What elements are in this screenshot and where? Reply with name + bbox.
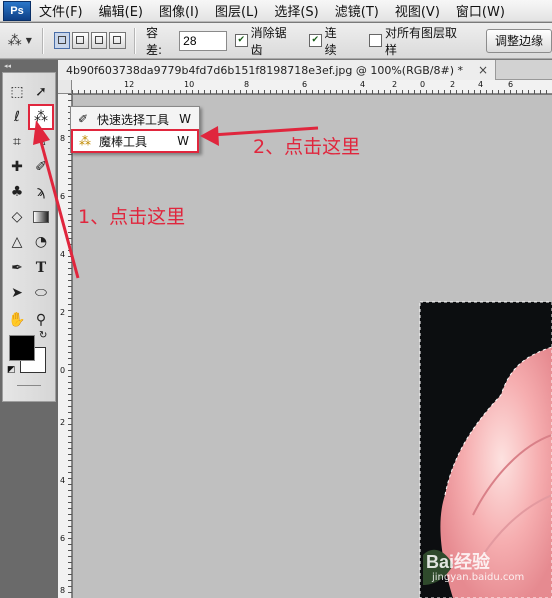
history-brush-icon[interactable]: ϡ	[30, 181, 52, 203]
gradient-tool-icon[interactable]	[30, 206, 52, 228]
menu-edit[interactable]: 编辑(E)	[99, 1, 143, 20]
type-tool-icon[interactable]: T	[30, 257, 52, 279]
menu-window[interactable]: 窗口(W)	[456, 1, 505, 20]
ruler-top-label: 2	[450, 80, 456, 89]
baidu-watermark-url: jingyan.baidu.com	[432, 572, 525, 583]
tolerance-input[interactable]	[179, 30, 228, 51]
tolerance-label: 容差:	[145, 25, 162, 57]
document-tab[interactable]: 4b90f603738da9779b4fd7d6b151f8198718e3ef…	[58, 60, 496, 80]
ruler-left-label: 0	[60, 366, 66, 375]
tools-panel: ⬚ ➚ ℓ ⁂ ⌗ ✎ ✚ ✐ ♣ ϡ ◇ △ ◔ ✒ T ➤ ⬭ ✋ ⚲ ↻ …	[2, 72, 56, 402]
document-tab-bar: 4b90f603738da9779b4fd7d6b151f8198718e3ef…	[58, 60, 552, 80]
flyout-item-shortcut: W	[179, 112, 191, 126]
move-tool-icon[interactable]: ➚	[30, 81, 52, 103]
ruler-top-label: 8	[244, 80, 250, 89]
lasso-tool-icon[interactable]: ℓ	[6, 106, 28, 128]
brush-tool-icon[interactable]: ✐	[30, 156, 52, 178]
chevron-down-icon[interactable]: ▼	[26, 36, 32, 45]
annotation-step2: 2、点击这里	[253, 136, 361, 158]
ruler-left: 8 6 4 2 0 2 4 6 8	[58, 94, 72, 598]
ruler-left-label: 4	[60, 250, 66, 259]
clone-stamp-icon[interactable]: ♣	[6, 181, 28, 203]
ruler-top: 12 10 8 6 4 2 0 2 4 6	[58, 80, 552, 94]
ruler-top-label: 10	[184, 80, 195, 89]
ruler-corner	[58, 80, 72, 94]
add-selection-button[interactable]	[72, 32, 89, 49]
ruler-top-label: 6	[302, 80, 308, 89]
annotation-step1: 1、点击这里	[78, 206, 186, 228]
ruler-top-label: 0	[420, 80, 426, 89]
swap-colors-icon[interactable]: ↻	[39, 330, 47, 341]
divider	[41, 27, 44, 54]
flyout-item-magic-wand[interactable]: ⁂ 魔棒工具 W	[71, 129, 199, 153]
divider	[133, 27, 136, 54]
intersect-selection-button[interactable]	[109, 32, 126, 49]
menu-select[interactable]: 选择(S)	[274, 1, 318, 20]
sample-all-layers-label: 对所有图层取样	[384, 25, 457, 57]
ruler-left-label: 6	[60, 192, 66, 201]
tool-flyout-menu: ✐ 快速选择工具 W ⁂ 魔棒工具 W	[70, 106, 200, 153]
crop-tool-icon[interactable]: ⌗	[6, 131, 28, 153]
ruler-left-label: 8	[60, 586, 66, 595]
menu-file[interactable]: 文件(F)	[39, 1, 83, 20]
hand-tool-icon[interactable]: ✋	[6, 309, 28, 331]
flyout-item-quick-selection[interactable]: ✐ 快速选择工具 W	[71, 109, 199, 129]
new-selection-button[interactable]	[53, 32, 71, 49]
ruler-left-label: 8	[60, 134, 66, 143]
ruler-top-label: 4	[360, 80, 366, 89]
ruler-left-label: 4	[60, 476, 66, 485]
ruler-top-label: 4	[478, 80, 484, 89]
ruler-left-label: 2	[60, 418, 66, 427]
pen-tool-icon[interactable]: ✒	[6, 257, 28, 279]
menu-view[interactable]: 视图(V)	[395, 1, 440, 20]
shape-tool-icon[interactable]: ⬭	[30, 282, 52, 304]
path-selection-icon[interactable]: ➤	[6, 282, 28, 304]
document-tab-title: 4b90f603738da9779b4fd7d6b151f8198718e3ef…	[66, 63, 463, 77]
photoshop-logo: Ps	[3, 0, 31, 21]
blur-tool-icon[interactable]: △	[6, 231, 28, 253]
contiguous-label: 连续	[324, 25, 337, 57]
menu-filter[interactable]: 滤镜(T)	[335, 1, 379, 20]
eyedropper-tool-icon[interactable]: ✎	[30, 131, 52, 153]
quick-mask-divider	[17, 385, 41, 386]
contiguous-checkbox[interactable]: ✔	[308, 34, 322, 47]
antialias-label: 消除锯齿	[250, 25, 287, 57]
menu-bar: Ps 文件(F) 编辑(E) 图像(I) 图层(L) 选择(S) 滤镜(T) 视…	[0, 0, 552, 22]
magic-wand-icon: ⁂	[79, 134, 91, 148]
magic-wand-tool-icon[interactable]: ⁂	[28, 104, 54, 130]
flyout-item-label: 魔棒工具	[99, 134, 148, 149]
subtract-selection-button[interactable]	[90, 32, 108, 49]
dodge-tool-icon[interactable]: ◔	[30, 231, 52, 253]
flyout-item-shortcut: W	[177, 134, 189, 148]
rose-photo[interactable]	[73, 95, 552, 598]
quick-selection-icon: ✐	[77, 112, 89, 126]
ruler-left-label: 2	[60, 308, 66, 317]
sample-all-layers-checkbox[interactable]	[369, 34, 382, 47]
ruler-top-label: 2	[392, 80, 398, 89]
document-canvas[interactable]	[73, 95, 552, 598]
menu-image[interactable]: 图像(I)	[159, 1, 199, 20]
default-colors-icon[interactable]: ◩	[7, 365, 16, 375]
toolbox-collapse-icon[interactable]: ◂◂	[4, 62, 11, 70]
zoom-tool-icon[interactable]: ⚲	[30, 309, 52, 331]
refine-edge-button[interactable]: 调整边缘	[485, 28, 552, 53]
close-icon[interactable]: ×	[478, 63, 488, 77]
magic-wand-preset-icon[interactable]: ⁂	[8, 33, 22, 49]
eraser-tool-icon[interactable]: ◇	[6, 206, 28, 228]
foreground-color-swatch[interactable]	[9, 335, 35, 361]
ruler-left-label: 6	[60, 534, 66, 543]
marquee-tool-icon[interactable]: ⬚	[6, 81, 28, 103]
flyout-item-label: 快速选择工具	[97, 112, 170, 127]
options-bar: ⁂ ▼ 容差: ✔ 消除锯齿 ✔ 连续 对所有图层取样 调整边缘	[0, 23, 552, 59]
baidu-watermark: Bai经验	[426, 552, 491, 572]
healing-brush-icon[interactable]: ✚	[6, 156, 28, 178]
ruler-top-label: 6	[508, 80, 514, 89]
antialias-checkbox[interactable]: ✔	[234, 34, 248, 47]
menu-layer[interactable]: 图层(L)	[215, 1, 258, 20]
ruler-top-label: 12	[124, 80, 135, 89]
